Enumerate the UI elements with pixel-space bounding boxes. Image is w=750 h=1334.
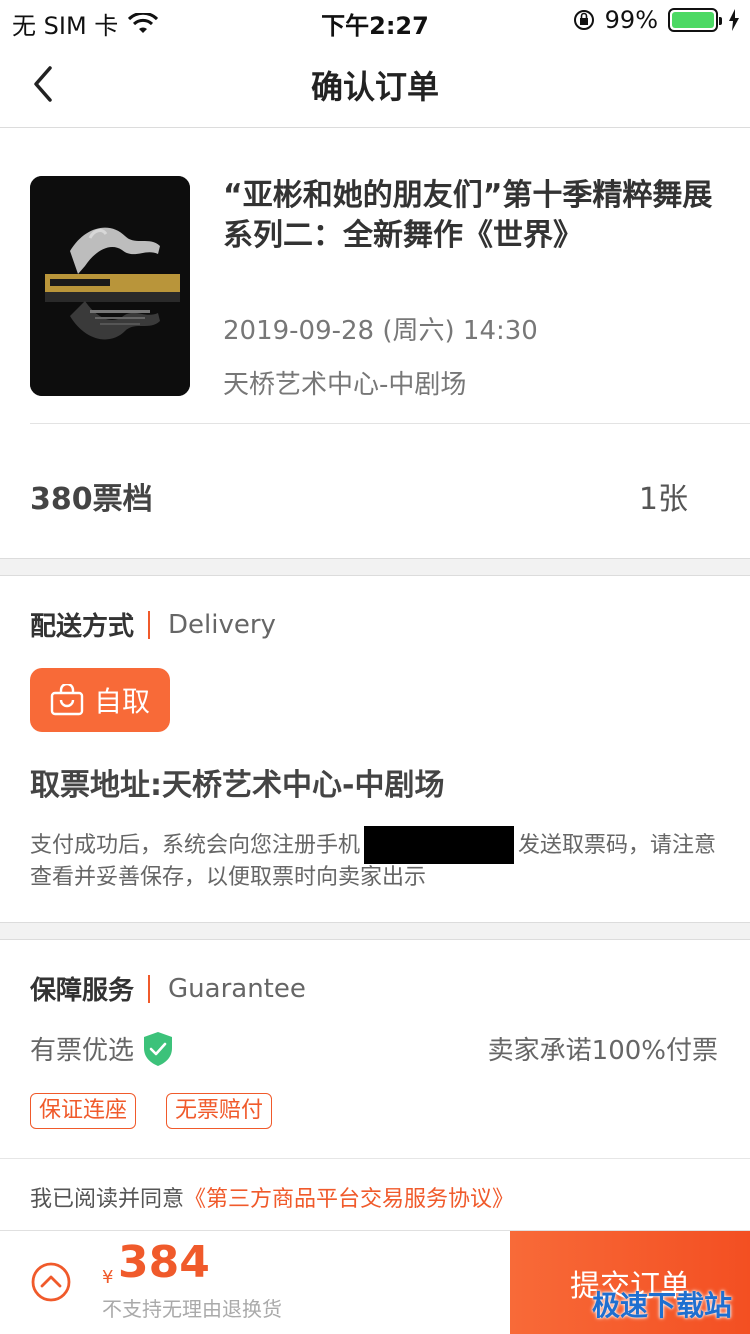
guarantee-right: 卖家承诺100%付票 <box>487 1036 718 1066</box>
refund-note: 不支持无理由退换货 <box>102 1297 282 1321</box>
agreement-text: 我已阅读并同意《第三方商品平台交易服务协议》 <box>30 1181 514 1213</box>
delivery-label: 配送方式 <box>30 612 135 642</box>
pickup-address: 取票地址:天桥艺术中心-中剧场 <box>30 768 445 803</box>
agreement-prefix: 我已阅读并同意 <box>30 1187 185 1212</box>
bottom-bar: ¥ 384 不支持无理由退换货 提交订单 极速下载站 <box>0 1230 750 1334</box>
section-divider <box>0 558 750 576</box>
charging-icon <box>729 9 739 31</box>
show-date: 2019-09-28 (周六) 14:30 <box>223 316 538 346</box>
guarantee-label-en: Guarantee <box>168 973 306 1004</box>
redacted-phone <box>364 826 515 864</box>
battery-icon <box>668 8 722 32</box>
show-info: “亚彬和她的朋友们”第十季精粹舞展 系列二：全新舞作《世界》 2019-09-2… <box>30 176 750 424</box>
guarantee-left: 有票优选 <box>30 1030 174 1067</box>
orientation-lock-icon <box>573 10 594 30</box>
pickup-note-before: 支付成功后，系统会向您注册手机 <box>30 833 361 858</box>
navigation-bar: 确认订单 <box>0 40 750 128</box>
show-venue: 天桥艺术中心-中剧场 <box>223 370 467 400</box>
watermark: 极速下载站 <box>591 1289 732 1322</box>
guarantee-header: 保障服务 Guarantee <box>30 970 306 1007</box>
delivery-header: 配送方式 Delivery <box>30 606 276 643</box>
section-divider <box>0 922 750 940</box>
total-price: 384 <box>118 1237 210 1288</box>
header-divider <box>148 610 151 639</box>
self-pickup-button[interactable]: 自取 <box>30 668 170 732</box>
ticket-tier-row: 380票档 1张 <box>0 424 750 558</box>
chevron-up-circle-icon[interactable] <box>30 1261 72 1303</box>
battery-percent: 99% <box>604 6 658 34</box>
guarantee-tag: 无票赔付 <box>166 1093 273 1129</box>
show-poster[interactable] <box>30 176 190 396</box>
self-pickup-label: 自取 <box>93 685 150 718</box>
show-title: “亚彬和她的朋友们”第十季精粹舞展 系列二：全新舞作《世界》 <box>223 178 713 253</box>
ticket-tier-name: 380票档 <box>30 482 153 517</box>
guarantee-tag: 保证连座 <box>30 1093 137 1129</box>
status-right: 99% <box>573 6 740 34</box>
currency-symbol: ¥ <box>102 1267 114 1288</box>
header-divider <box>148 974 151 1003</box>
status-bar: 无 SIM 卡 下午2:27 99% <box>0 0 750 40</box>
agreement-link[interactable]: 《第三方商品平台交易服务协议》 <box>184 1187 514 1212</box>
guarantee-left-text: 有票优选 <box>30 1036 135 1066</box>
shopping-bag-icon <box>50 684 84 716</box>
guarantee-label: 保障服务 <box>30 976 135 1006</box>
shield-check-icon <box>144 1031 173 1066</box>
pickup-note: 支付成功后，系统会向您注册手机 发送取票码，请注意查看并妥善保存，以便取票时向卖家… <box>30 826 730 892</box>
delivery-label-en: Delivery <box>168 609 276 640</box>
poster-art <box>30 176 190 396</box>
page-title: 确认订单 <box>310 68 439 106</box>
ticket-quantity: 1张 <box>638 482 688 517</box>
battery-fill <box>672 12 714 28</box>
agreement-row: 我已阅读并同意《第三方商品平台交易服务协议》 <box>0 1158 750 1230</box>
